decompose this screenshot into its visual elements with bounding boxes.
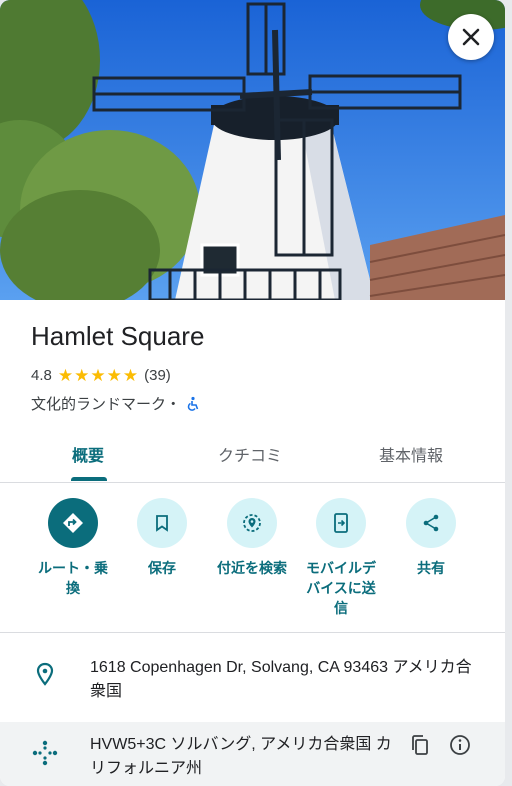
address-row[interactable]: 1618 Copenhagen Dr, Solvang, CA 93463 アメ… [0, 656, 505, 718]
place-title: Hamlet Square [31, 321, 205, 351]
plus-code-actions [409, 734, 471, 756]
place-photo[interactable] [0, 0, 505, 300]
send-to-phone-icon [334, 513, 348, 533]
active-tab-indicator [71, 477, 107, 481]
tab-reviews[interactable]: クチコミ [218, 442, 282, 466]
star-icon: ★ [106, 366, 122, 385]
category-row: 文化的ランドマーク・ [31, 393, 201, 414]
plus-code-icon-wrap [0, 733, 90, 767]
tab-overview[interactable]: 概要 [72, 442, 104, 466]
info-icon[interactable] [449, 734, 471, 756]
wheelchair-icon[interactable] [185, 396, 201, 412]
directions-button[interactable]: ルート・乗 換 [28, 498, 118, 598]
directions-label: ルート・乗 換 [38, 560, 108, 596]
place-panel: Hamlet Square 4.8 ★ ★ ★ ★ ★ (39) 文化的ランドマ… [0, 0, 505, 786]
nearby-label: 付近を検索 [217, 560, 287, 576]
send-to-phone-button-circle [316, 498, 366, 548]
tab-about[interactable]: 基本情報 [379, 442, 443, 466]
save-button[interactable]: 保存 [117, 498, 207, 578]
nearby-button-circle [227, 498, 277, 548]
share-button-circle [406, 498, 456, 548]
bookmark-icon [156, 515, 168, 532]
share-icon [423, 514, 439, 532]
send-to-phone-label: モバイルデ バイスに送 信 [306, 560, 376, 616]
star-icon: ★ [90, 366, 106, 385]
nearby-button[interactable]: 付近を検索 [207, 498, 297, 578]
plus-code-row[interactable]: HVW5+3C ソルバング, アメリカ合衆国 カリフォルニア州 [0, 722, 505, 786]
share-button[interactable]: 共有 [386, 498, 476, 578]
save-button-circle [137, 498, 187, 548]
nearby-icon [243, 514, 261, 532]
plus-code-icon [32, 740, 58, 766]
star-rating: ★ ★ ★ ★ ★ [58, 367, 138, 384]
share-label: 共有 [417, 560, 445, 576]
windmill-photo [0, 0, 505, 300]
plus-code-text: HVW5+3C ソルバング, アメリカ合衆国 カリフォルニア州 [90, 736, 392, 777]
save-label: 保存 [148, 560, 176, 576]
review-count[interactable]: (39) [144, 367, 171, 384]
directions-button-circle [48, 498, 98, 548]
place-category[interactable]: 文化的ランドマーク・ [31, 393, 181, 414]
star-icon: ★ [122, 366, 139, 385]
rating-row: 4.8 ★ ★ ★ ★ ★ (39) [31, 367, 171, 384]
address-text: 1618 Copenhagen Dr, Solvang, CA 93463 アメ… [90, 659, 472, 700]
star-icon: ★ [74, 366, 90, 385]
action-row: ルート・乗 換 保存 付近を検索 モバイルデ バイスに送 信 共有 [0, 498, 505, 633]
address-icon-wrap [0, 656, 90, 688]
rating-value: 4.8 [31, 367, 52, 384]
star-icon: ★ [57, 366, 74, 385]
close-icon [462, 28, 480, 46]
copy-icon[interactable] [409, 734, 431, 756]
close-button[interactable] [448, 14, 494, 60]
send-to-phone-button[interactable]: モバイルデ バイスに送 信 [296, 498, 386, 618]
tab-bar: 概要 クチコミ 基本情報 [0, 428, 505, 483]
directions-icon [63, 513, 83, 533]
location-pin-icon [36, 662, 54, 686]
